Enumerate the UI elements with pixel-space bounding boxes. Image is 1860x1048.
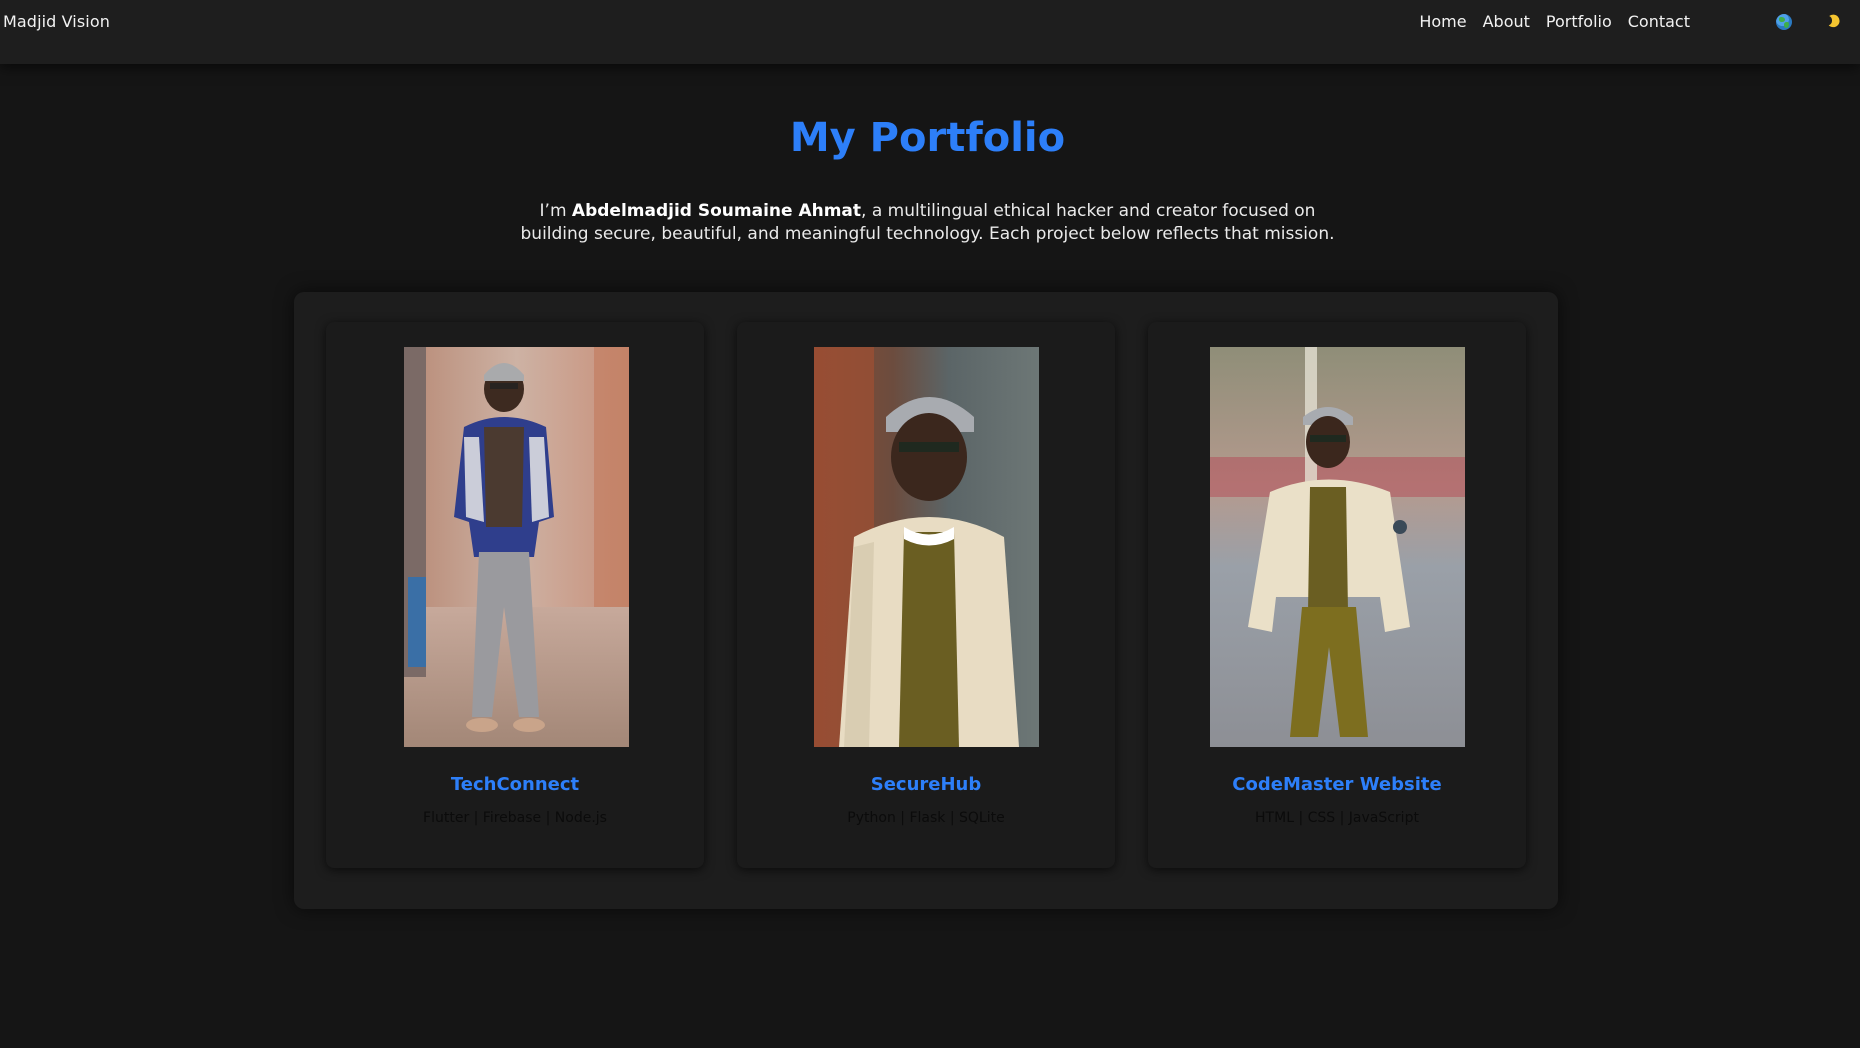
nav-link-about[interactable]: About <box>1483 12 1530 31</box>
nav-link-portfolio[interactable]: Portfolio <box>1546 12 1612 31</box>
project-title-securehub[interactable]: SecureHub <box>737 774 1115 795</box>
project-tech-codemaster: HTML | CSS | JavaScript <box>1255 810 1419 826</box>
globe-icon[interactable] <box>1776 14 1792 30</box>
nav-link-contact[interactable]: Contact <box>1628 12 1690 31</box>
page-title: My Portfolio <box>789 115 1066 161</box>
project-title-codemaster[interactable]: CodeMaster Website <box>1148 774 1526 795</box>
project-tech-securehub: Python | Flask | SQLite <box>847 810 1005 826</box>
intro-name: Abdelmadjid Soumaine Ahmat <box>571 201 862 221</box>
project-title-techconnect[interactable]: TechConnect <box>326 774 704 795</box>
nav-links: Home About Portfolio Contact <box>1419 12 1690 31</box>
project-image-securehub[interactable] <box>814 347 1039 747</box>
projects-panel: TechConnect Flutter | Firebase | Node.js <box>294 292 1558 909</box>
nav-link-home[interactable]: Home <box>1419 12 1466 31</box>
top-navbar: Madjid Vision Home About Portfolio Conta… <box>0 0 1860 64</box>
project-image-codemaster[interactable] <box>1210 347 1465 747</box>
moon-icon[interactable] <box>1826 13 1842 29</box>
project-image-techconnect[interactable] <box>404 347 629 747</box>
project-card-techconnect[interactable]: TechConnect Flutter | Firebase | Node.js <box>326 322 704 868</box>
intro-paragraph: I’m Abdelmadjid Soumaine Ahmat, a multil… <box>520 200 1335 246</box>
intro-prefix: I’m <box>539 201 572 221</box>
project-card-securehub[interactable]: SecureHub Python | Flask | SQLite <box>737 322 1115 868</box>
project-card-codemaster[interactable]: CodeMaster Website HTML | CSS | JavaScri… <box>1148 322 1526 868</box>
brand-logo-text[interactable]: Madjid Vision <box>3 12 110 31</box>
project-tech-techconnect: Flutter | Firebase | Node.js <box>423 810 607 826</box>
